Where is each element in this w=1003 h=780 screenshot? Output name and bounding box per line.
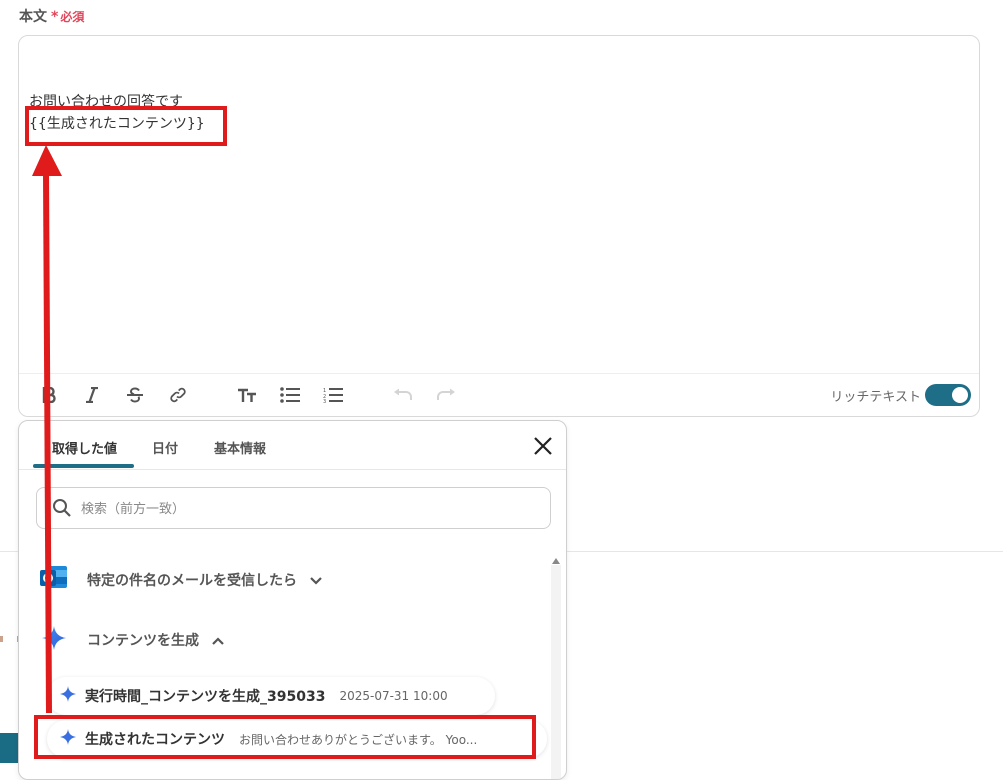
background-mark <box>0 636 3 642</box>
editor-content[interactable]: お問い合わせの回答です {{生成されたコンテンツ}} <box>29 91 205 135</box>
strikethrough-icon[interactable] <box>123 384 147 406</box>
sparkle-icon <box>59 685 77 707</box>
tab-basic-info[interactable]: 基本情報 <box>214 438 266 457</box>
redo-icon[interactable] <box>434 384 458 406</box>
italic-icon[interactable] <box>80 384 104 406</box>
body-editor[interactable]: お問い合わせの回答です {{生成されたコンテンツ}} 123 リッチテキスト <box>18 35 980 417</box>
svg-text:3: 3 <box>323 399 326 403</box>
tab-date[interactable]: 日付 <box>152 438 178 457</box>
field-label: 本文 * 必須 <box>19 6 84 26</box>
group-generate-content[interactable]: コンテンツを生成 <box>39 625 225 655</box>
required-text: 必須 <box>60 10 85 24</box>
search-icon <box>52 498 72 522</box>
item-name: 生成されたコンテンツ <box>85 732 225 748</box>
undo-icon[interactable] <box>391 384 415 406</box>
scrollbar[interactable] <box>551 565 561 779</box>
group-label: 特定の件名のメールを受信したら <box>87 573 297 589</box>
field-label-text: 本文 <box>19 9 47 25</box>
sparkle-icon <box>59 728 77 750</box>
outlook-icon <box>39 564 69 596</box>
search-input[interactable] <box>79 498 523 520</box>
tab-acquired-values[interactable]: 取得した値 <box>52 438 117 457</box>
link-icon[interactable] <box>166 384 190 406</box>
panel-tabs: 取得した値 日付 基本情報 <box>19 421 566 470</box>
item-name: 実行時間_コンテンツを生成_395033 <box>85 689 326 705</box>
rich-text-toggle[interactable] <box>925 384 971 406</box>
rich-text-label: リッチテキスト <box>830 390 921 405</box>
scroll-up-icon[interactable] <box>551 551 561 564</box>
required-mark: * <box>51 9 59 25</box>
group-label: コンテンツを生成 <box>87 633 199 649</box>
editor-line-1: お問い合わせの回答です <box>29 94 183 110</box>
item-value: 2025-07-31 10:00 <box>339 689 448 703</box>
sparkle-icon <box>39 624 69 656</box>
value-item[interactable]: 実行時間_コンテンツを生成_395033 2025-07-31 10:00 <box>47 677 495 715</box>
editor-toolbar: 123 リッチテキスト <box>19 373 979 416</box>
editor-line-2: {{生成されたコンテンツ}} <box>29 116 205 132</box>
chevron-up-icon <box>211 631 225 650</box>
chevron-down-icon <box>309 571 323 590</box>
search-field[interactable] <box>36 487 551 529</box>
group-mail-trigger[interactable]: 特定の件名のメールを受信したら <box>39 565 323 595</box>
toggle-knob <box>952 387 968 403</box>
background-button-edge <box>0 733 18 763</box>
bold-icon[interactable] <box>37 384 61 406</box>
value-picker-panel: 取得した値 日付 基本情報 特定の件名のメールを受信したら <box>18 420 567 780</box>
value-item-selected[interactable]: 生成されたコンテンツ お問い合わせありがとうございます。 Yoo... <box>47 720 547 758</box>
close-icon[interactable] <box>532 435 554 457</box>
numbered-list-icon[interactable]: 123 <box>321 384 345 406</box>
bullet-list-icon[interactable] <box>278 384 302 406</box>
text-size-icon[interactable] <box>235 384 259 406</box>
item-value: お問い合わせありがとうございます。 Yoo... <box>239 732 478 747</box>
active-tab-indicator <box>33 464 134 468</box>
